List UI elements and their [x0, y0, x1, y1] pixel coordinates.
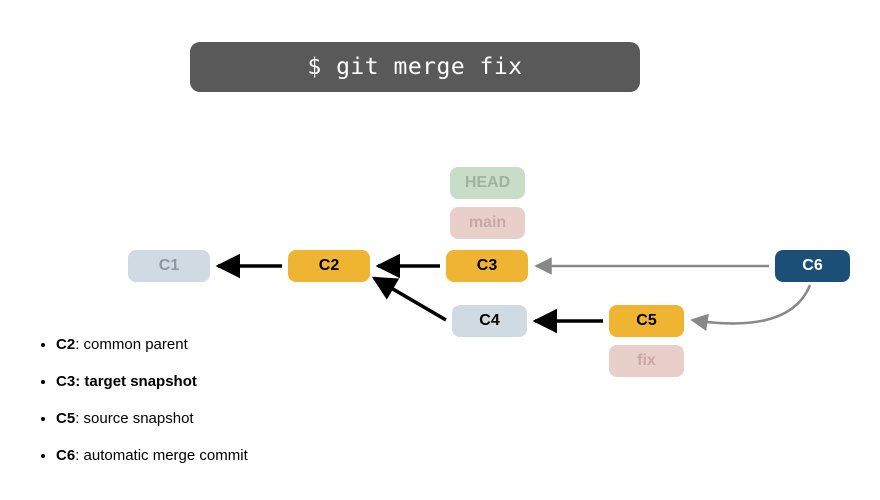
ref-fix: fix: [609, 345, 684, 377]
legend-c6: C6: automatic merge commit: [56, 447, 248, 464]
commit-c2: C2: [288, 250, 370, 282]
commit-c3: C3: [446, 250, 528, 282]
arrow-c6-c5: [692, 285, 810, 323]
legend: C2: common parent C3: target snapshot C5…: [38, 336, 248, 484]
command-text: $ git merge fix: [307, 54, 522, 80]
legend-c2: C2: common parent: [56, 336, 248, 353]
legend-c3: C3: target snapshot: [56, 373, 248, 390]
ref-head: HEAD: [450, 167, 525, 199]
ref-main: main: [450, 207, 525, 239]
commit-c6: C6: [775, 250, 850, 282]
commit-c4: C4: [452, 305, 527, 337]
command-bar: $ git merge fix: [190, 42, 640, 92]
legend-c5: C5: source snapshot: [56, 410, 248, 427]
commit-c5: C5: [609, 305, 684, 337]
commit-c1: C1: [128, 250, 210, 282]
arrow-c4-c2: [374, 278, 446, 320]
